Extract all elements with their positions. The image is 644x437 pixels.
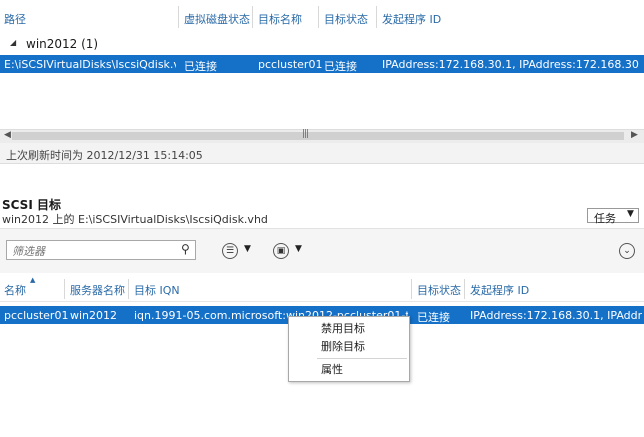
col-disk-status[interactable]: 虚拟磁盘状态 <box>184 11 250 27</box>
grip-icon: ||| <box>302 129 309 139</box>
menu-item-delete-target[interactable]: 删除目标 <box>289 338 409 356</box>
group-header[interactable]: ◢ win2012 (1) <box>0 34 644 54</box>
filter-input-box[interactable]: ⚲ <box>6 240 196 260</box>
row-initiator-id: IPAddress:172.168.30.1, IPAddress:172.16… <box>470 309 642 322</box>
menu-item-properties[interactable]: 属性 <box>289 361 409 379</box>
col-server-name[interactable]: 服务器名称 <box>70 282 125 298</box>
col-target-name[interactable]: 目标名称 <box>258 11 302 27</box>
col-target-iqn[interactable]: 目标 IQN <box>134 282 180 298</box>
col-divider <box>252 6 253 28</box>
col-divider <box>128 279 129 299</box>
row-name: pccluster01 <box>4 309 69 322</box>
col-divider <box>376 6 377 28</box>
filter-input[interactable] <box>10 243 174 259</box>
search-icon[interactable]: ⚲ <box>181 242 190 256</box>
horizontal-scrollbar[interactable]: ◀ ||| ▶ <box>0 129 644 144</box>
list-view-icon[interactable]: ☰ <box>222 243 238 259</box>
refresh-text: 上次刷新时间为 2012/12/31 15:14:05 <box>6 149 203 162</box>
refresh-bar: 上次刷新时间为 2012/12/31 15:14:05 <box>0 143 644 164</box>
save-query-icon[interactable]: ▣ <box>273 243 289 259</box>
row-status: 已连接 <box>417 311 450 324</box>
scroll-thumb[interactable]: ||| <box>12 129 624 140</box>
row-disk-status: 已连接 <box>184 60 217 73</box>
col-target-status[interactable]: 目标状态 <box>417 282 461 298</box>
col-divider <box>318 6 319 28</box>
row-initiator-id: IPAddress:172.168.30.1, IPAddress:172.16… <box>382 58 640 71</box>
col-initiator-id[interactable]: 发起程序 ID <box>382 11 441 27</box>
col-divider <box>178 6 179 28</box>
top-table-header: 路径 虚拟磁盘状态 目标名称 目标状态 发起程序 ID <box>0 0 644 34</box>
context-menu: 禁用目标 删除目标 属性 <box>288 316 410 382</box>
col-path[interactable]: 路径 <box>4 11 26 27</box>
col-initiator-id[interactable]: 发起程序 ID <box>470 282 529 298</box>
scroll-right-icon[interactable]: ▶ <box>631 130 638 140</box>
col-divider <box>411 279 412 299</box>
group-label: win2012 (1) <box>26 37 99 51</box>
section-subtitle: win2012 上的 E:\iSCSIVirtualDisks\IscsiQdi… <box>2 213 268 226</box>
col-divider <box>464 279 465 299</box>
sort-ascending-icon: ▲ <box>30 276 36 284</box>
menu-divider <box>317 358 407 359</box>
row-target-name: pccluster01 <box>258 58 323 71</box>
chevron-down-icon[interactable]: ▼ <box>244 244 251 254</box>
col-target-status[interactable]: 目标状态 <box>324 11 368 27</box>
row-server: win2012 <box>70 309 118 322</box>
row-target-status: 已连接 <box>324 60 357 73</box>
menu-item-disable-target[interactable]: 禁用目标 <box>289 320 409 338</box>
col-name[interactable]: 名称 <box>4 282 26 298</box>
row-path: E:\iSCSIVirtualDisks\IscsiQdisk.vhd <box>4 58 176 71</box>
tasks-dropdown[interactable]: 任务 ▼ <box>587 208 639 225</box>
expand-icon[interactable]: ⌄ <box>619 243 635 259</box>
chevron-down-icon: ▼ <box>627 209 634 219</box>
collapse-triangle-icon[interactable]: ◢ <box>10 38 16 47</box>
chevron-down-icon[interactable]: ▼ <box>295 244 302 254</box>
table-row[interactable]: E:\iSCSIVirtualDisks\IscsiQdisk.vhd 已连接 … <box>0 55 644 73</box>
filter-toolbar: ⚲ ☰ ▼ ▣ ▼ ⌄ <box>0 228 644 273</box>
tasks-label: 任务 <box>594 212 616 225</box>
bottom-table-header: 名称 ▲ 服务器名称 目标 IQN 目标状态 发起程序 ID <box>0 276 644 302</box>
col-divider <box>64 279 65 299</box>
scroll-left-icon[interactable]: ◀ <box>4 130 11 140</box>
